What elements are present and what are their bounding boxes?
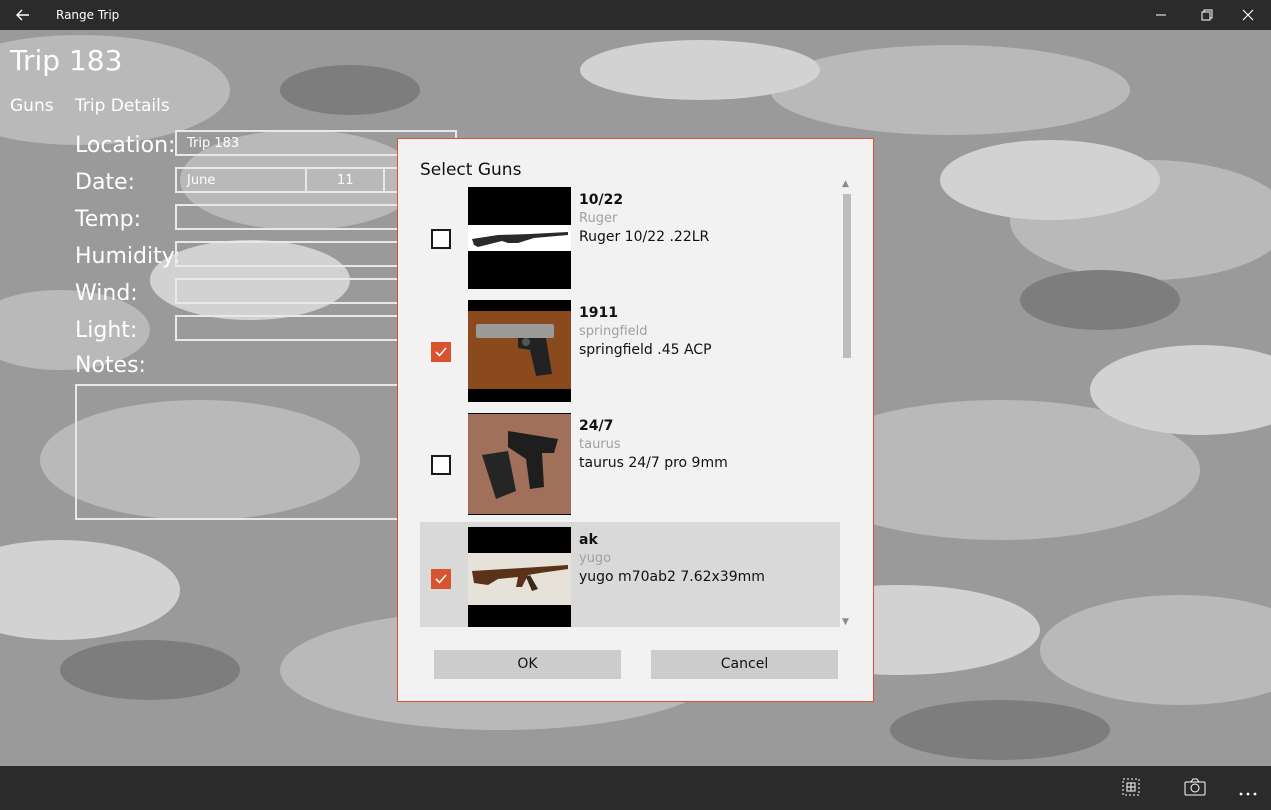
minimize-button[interactable] (1138, 0, 1184, 30)
ok-button[interactable]: OK (434, 650, 621, 679)
page-title: Trip 183 (10, 44, 123, 77)
list-item[interactable]: 1911 springfield springfield .45 ACP (420, 299, 840, 412)
date-month-value: June (187, 173, 216, 188)
pistol-holster-photo (468, 413, 571, 515)
checkbox[interactable] (431, 569, 451, 589)
more-icon[interactable] (1239, 782, 1257, 801)
checkbox[interactable] (431, 455, 451, 475)
gun-make: springfield (579, 324, 648, 339)
list-scrollbar[interactable]: ▲ ▼ (840, 179, 852, 627)
dialog-title: Select Guns (420, 160, 522, 180)
window-title: Range Trip (56, 8, 120, 22)
select-all-icon[interactable] (1122, 778, 1140, 800)
date-month-field[interactable]: June (177, 169, 307, 191)
tab-trip-details[interactable]: Trip Details (75, 96, 170, 116)
ak-rifle-photo (468, 527, 571, 627)
scroll-down-icon[interactable]: ▼ (842, 617, 849, 627)
light-label: Light: (75, 318, 138, 343)
wind-label: Wind: (75, 281, 138, 306)
scroll-thumb[interactable] (843, 194, 851, 358)
date-day-field[interactable]: 11 (307, 169, 385, 191)
gun-make: yugo (579, 551, 612, 566)
pistol-photo (468, 300, 571, 402)
checkbox[interactable] (431, 342, 451, 362)
location-label: Location: (75, 133, 176, 158)
checkbox[interactable] (431, 229, 451, 249)
gun-make: Ruger (579, 211, 618, 226)
gun-name: 1911 (579, 305, 618, 321)
gun-name: ak (579, 532, 598, 548)
list-item[interactable]: 10/22 Ruger Ruger 10/22 .22LR (420, 186, 840, 299)
cancel-button[interactable]: Cancel (651, 650, 838, 679)
gun-description: springfield .45 ACP (579, 342, 712, 358)
bottom-app-bar (0, 766, 1271, 810)
title-bar: Range Trip (0, 0, 1271, 30)
rifle-photo (468, 187, 571, 289)
date-day-value: 11 (337, 173, 354, 188)
date-label: Date: (75, 170, 135, 195)
list-item[interactable]: ak yugo yugo m70ab2 7.62x39mm (420, 522, 840, 627)
gun-make: taurus (579, 437, 621, 452)
back-arrow-icon[interactable] (14, 6, 32, 24)
location-value: Trip 183 (187, 136, 240, 151)
notes-label: Notes: (75, 353, 146, 378)
gun-name: 10/22 (579, 192, 624, 208)
tab-guns[interactable]: Guns (10, 96, 54, 116)
close-button[interactable] (1225, 0, 1271, 30)
list-item[interactable]: 24/7 taurus taurus 24/7 pro 9mm (420, 412, 840, 525)
camera-icon[interactable] (1184, 778, 1206, 800)
notes-textarea[interactable] (75, 384, 400, 520)
humidity-label: Humidity: (75, 244, 181, 269)
gun-description: taurus 24/7 pro 9mm (579, 455, 728, 471)
select-guns-dialog: Select Guns 10/22 Ruger Ruger 10/22 .22L… (397, 138, 874, 702)
restore-button[interactable] (1184, 0, 1230, 30)
gun-name: 24/7 (579, 418, 614, 434)
temp-label: Temp: (75, 207, 142, 232)
gun-description: Ruger 10/22 .22LR (579, 229, 710, 245)
scroll-up-icon[interactable]: ▲ (842, 179, 849, 189)
gun-list: 10/22 Ruger Ruger 10/22 .22LR 1911 sprin… (420, 185, 840, 627)
gun-description: yugo m70ab2 7.62x39mm (579, 569, 765, 585)
